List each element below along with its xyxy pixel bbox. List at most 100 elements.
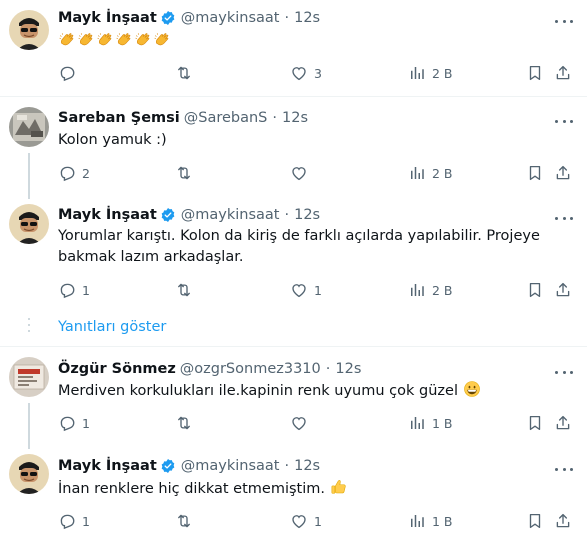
clapping-hands-icon — [96, 31, 114, 49]
more-options-icon[interactable] — [555, 14, 573, 28]
share-button[interactable] — [554, 280, 572, 300]
reply-icon — [58, 414, 76, 432]
reply-button[interactable]: 2 — [58, 163, 90, 183]
bookmark-button[interactable] — [526, 511, 544, 531]
views-button[interactable]: 1 B — [408, 511, 453, 531]
bookmark-button[interactable] — [526, 63, 544, 83]
avatar[interactable] — [9, 204, 49, 244]
reply-button[interactable]: 1 — [58, 280, 90, 300]
mayk-avatar-icon — [9, 454, 49, 494]
tweet[interactable]: Mayk İnşaat @maykinsaat · 12s İnan renkl… — [0, 447, 587, 546]
clapping-hands-icon — [153, 31, 171, 49]
tweet-text: Merdiven korkulukları ile.kapinin renk u… — [58, 383, 458, 399]
author-name[interactable]: Mayk İnşaat — [58, 207, 157, 223]
more-options-icon[interactable] — [555, 211, 573, 225]
like-button[interactable] — [290, 413, 314, 433]
emoji-row — [58, 34, 172, 50]
views-button[interactable]: 2 B — [408, 163, 453, 183]
bookmark-button[interactable] — [526, 413, 544, 433]
author-name[interactable]: Sareban Şemsi — [58, 110, 180, 126]
share-button[interactable] — [554, 511, 572, 531]
like-button[interactable]: 3 — [290, 63, 322, 83]
bookmark-button[interactable] — [526, 163, 544, 183]
author-handle[interactable]: @SarebanS — [184, 110, 268, 126]
author-handle[interactable]: @ozgrSonmez3310 — [180, 361, 321, 377]
retweet-button[interactable] — [175, 163, 199, 183]
reply-count: 1 — [82, 282, 90, 298]
retweet-icon — [175, 512, 193, 530]
retweet-icon — [175, 281, 193, 299]
author-handle[interactable]: @maykinsaat — [181, 10, 280, 26]
views-count: 1 B — [432, 513, 453, 529]
thumbs-up-icon — [330, 478, 348, 496]
tweet[interactable]: Mayk İnşaat @maykinsaat · 12s Yorumlar k… — [0, 197, 587, 309]
reply-icon — [58, 512, 76, 530]
tweet[interactable]: Mayk İnşaat @maykinsaat · 12s 3 2 B — [0, 0, 587, 96]
views-chart-icon — [408, 414, 426, 432]
views-count: 2 B — [432, 282, 453, 298]
heart-icon — [290, 512, 308, 530]
more-options-icon[interactable] — [555, 114, 573, 128]
timestamp[interactable]: 12s — [294, 10, 320, 26]
avatar[interactable] — [9, 10, 49, 50]
tweet-actions: 1 1 2 B — [58, 280, 568, 300]
share-icon — [554, 64, 572, 82]
verified-badge-icon — [160, 10, 176, 26]
retweet-button[interactable] — [175, 63, 199, 83]
thread-dotted-line — [28, 318, 30, 338]
retweet-button[interactable] — [175, 280, 199, 300]
share-button[interactable] — [554, 63, 572, 83]
author-name[interactable]: Mayk İnşaat — [58, 458, 157, 474]
timestamp[interactable]: 12s — [294, 458, 320, 474]
retweet-button[interactable] — [175, 413, 199, 433]
reply-button[interactable]: 1 — [58, 413, 90, 433]
tweet-actions: 2 2 B — [58, 163, 568, 183]
timestamp[interactable]: 12s — [294, 207, 320, 223]
avatar[interactable] — [9, 454, 49, 494]
author-handle[interactable]: @maykinsaat — [181, 458, 280, 474]
more-options-icon[interactable] — [555, 365, 573, 379]
clapping-hands-icon — [115, 31, 133, 49]
bookmark-icon — [526, 414, 544, 432]
views-count: 2 B — [432, 65, 453, 81]
tweet-actions: 1 1 1 B — [58, 511, 568, 531]
avatar[interactable] — [9, 357, 49, 397]
reply-button[interactable]: 1 — [58, 511, 90, 531]
avatar[interactable] — [9, 107, 49, 147]
views-button[interactable]: 2 B — [408, 280, 453, 300]
show-replies-link[interactable]: Yanıtları göster — [58, 319, 166, 335]
ozgur-avatar-icon — [9, 357, 49, 397]
thread-line — [28, 403, 30, 449]
tweet[interactable]: Özgür Sönmez @ozgrSonmez3310 · 12s Merdi… — [0, 347, 587, 449]
timestamp[interactable]: 12s — [335, 361, 361, 377]
tweet-text-container: İnan renklere hiç dikkat etmemiştim. — [58, 478, 568, 500]
share-button[interactable] — [554, 163, 572, 183]
author-handle[interactable]: @maykinsaat — [181, 207, 280, 223]
reply-icon — [58, 64, 76, 82]
retweet-button[interactable] — [175, 511, 199, 531]
verified-badge-icon — [160, 207, 176, 223]
bookmark-icon — [526, 281, 544, 299]
like-button[interactable]: 1 — [290, 280, 322, 300]
like-count: 3 — [314, 65, 322, 81]
retweet-icon — [175, 64, 193, 82]
reply-button[interactable] — [58, 63, 82, 83]
like-count: 1 — [314, 513, 322, 529]
tweet[interactable]: Sareban Şemsi @SarebanS · 12s Kolon yamu… — [0, 97, 587, 199]
views-button[interactable]: 1 B — [408, 413, 453, 433]
like-button[interactable] — [290, 163, 314, 183]
timestamp[interactable]: 12s — [282, 110, 308, 126]
views-button[interactable]: 2 B — [408, 63, 453, 83]
share-button[interactable] — [554, 413, 572, 433]
sareban-avatar-icon — [9, 107, 49, 147]
bookmark-button[interactable] — [526, 280, 544, 300]
more-options-icon[interactable] — [555, 462, 573, 476]
share-icon — [554, 281, 572, 299]
views-chart-icon — [408, 64, 426, 82]
share-icon — [554, 164, 572, 182]
separator-dot: · — [284, 458, 290, 474]
like-button[interactable]: 1 — [290, 511, 322, 531]
author-name[interactable]: Özgür Sönmez — [58, 361, 176, 377]
tweet-text: Yorumlar karıştı. Kolon da kiriş de fark… — [58, 228, 540, 265]
author-name[interactable]: Mayk İnşaat — [58, 10, 157, 26]
